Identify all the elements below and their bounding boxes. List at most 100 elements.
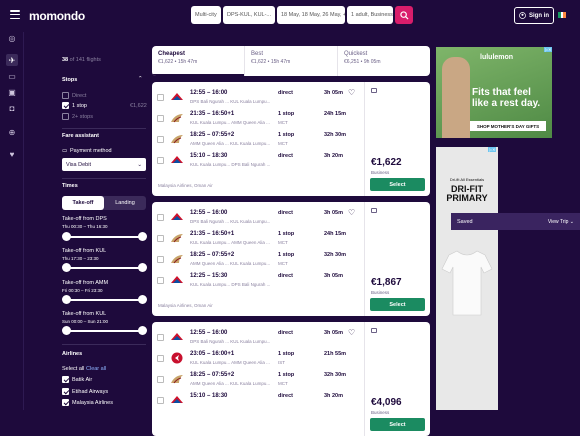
result-card[interactable]: 12:55 – 16:00 DPS Bali Ngurah ... KUL Ku… — [152, 82, 430, 196]
stops-title: Stops — [62, 77, 78, 83]
leg-stops: 1 stop — [278, 351, 295, 357]
flight-legs: 12:55 – 16:00 DPS Bali Ngurah ... KUL Ku… — [152, 202, 364, 316]
route-field[interactable]: DPS-KUL, KUL-... — [223, 6, 275, 24]
cars-icon[interactable]: ▣ — [6, 86, 18, 98]
time-slider[interactable] — [61, 232, 147, 241]
flight-leg: 12:25 – 15:30 KUL Kuala Lumpu... DPS Bal… — [152, 270, 364, 291]
leg-checkbox[interactable] — [157, 355, 164, 362]
flight-leg: 18:25 – 07:55+2 AMM Queen Alia ... KUL K… — [152, 369, 364, 390]
tab-best[interactable]: Best €1,622 • 15h 47m — [244, 46, 337, 76]
leg-checkbox[interactable] — [157, 157, 164, 164]
leg-checkbox[interactable] — [157, 115, 164, 122]
dates-field[interactable]: 18 May, 18 May, 26 May, +1 — [277, 6, 345, 24]
slider-handle[interactable] — [61, 295, 71, 304]
search-button[interactable] — [395, 6, 413, 24]
heart-icon[interactable]: ♡ — [348, 208, 355, 217]
leg-duration: 24h 15m — [324, 111, 347, 117]
time-slider[interactable] — [61, 295, 147, 304]
explore-icon[interactable]: ◎ — [6, 32, 18, 44]
stop-one-checkbox[interactable] — [62, 102, 69, 109]
leg-checkbox[interactable] — [157, 256, 164, 263]
airline-logo-icon — [170, 352, 184, 364]
leg-checkbox[interactable] — [157, 136, 164, 143]
logo[interactable]: momondo — [29, 9, 85, 23]
leg-time: 15:10 – 18:30 — [190, 153, 228, 159]
leg-checkbox[interactable] — [157, 277, 164, 284]
packages-icon[interactable]: ◘ — [6, 102, 18, 114]
airline-checkbox[interactable] — [62, 388, 69, 395]
leg-checkbox[interactable] — [157, 94, 164, 101]
menu-icon[interactable] — [10, 10, 20, 19]
flight-leg: 15:10 – 18:30 KUL Kuala Lumpu... DPS Bal… — [152, 150, 364, 171]
ad-info-icon[interactable]: ▷✕ — [488, 147, 497, 152]
leg-checkbox[interactable] — [157, 235, 164, 242]
select-all-link[interactable]: Select all — [62, 366, 84, 372]
leg-time: 21:35 – 16:50+1 — [190, 111, 235, 117]
airline-logo-icon — [170, 373, 184, 385]
slider-handle[interactable] — [137, 232, 147, 241]
slider-handle[interactable] — [61, 326, 71, 335]
slider-handle[interactable] — [137, 326, 147, 335]
slider-handle[interactable] — [61, 263, 71, 272]
leg-route: AMM Queen Alia ... KUL Kuala Lumpu... — [190, 141, 271, 146]
time-slider[interactable] — [61, 263, 147, 272]
payment-select[interactable]: Visa Debit ⌄ — [62, 158, 146, 171]
tab-takeoff[interactable]: Take-off — [62, 196, 104, 210]
flights-icon[interactable]: ✈ — [6, 54, 18, 66]
leg-checkbox[interactable] — [157, 376, 164, 383]
leg-checkbox[interactable] — [157, 397, 164, 404]
airline-logo-icon — [170, 211, 184, 223]
slider-handle[interactable] — [137, 263, 147, 272]
select-button[interactable]: Select — [370, 178, 425, 191]
leg-checkbox[interactable] — [157, 214, 164, 221]
leg-stops: 1 stop — [278, 372, 295, 378]
leg-duration: 32h 30m — [324, 132, 347, 138]
leg-stops: 1 stop — [278, 231, 295, 237]
view-trip-link[interactable]: View Trip ⌄ — [548, 219, 574, 225]
airline-label: Malaysia Airlines — [72, 400, 113, 406]
globe-icon[interactable]: ⊕ — [6, 126, 18, 138]
tab-landing[interactable]: Landing — [104, 196, 146, 210]
ad-info-icon[interactable]: ▷✕ — [544, 47, 553, 52]
lululemon-ad[interactable]: lululemon Fits that feel like a rest day… — [436, 47, 552, 138]
slider-handle[interactable] — [137, 295, 147, 304]
clear-all-link[interactable]: Clear all — [86, 366, 106, 372]
heart-icon[interactable]: ♡ — [348, 328, 355, 337]
airline-checkbox[interactable] — [62, 399, 69, 406]
slider-handle[interactable] — [61, 232, 71, 241]
stop-direct-checkbox[interactable] — [62, 92, 69, 99]
stop-two-checkbox[interactable] — [62, 113, 69, 120]
airline-checkbox[interactable] — [62, 376, 69, 383]
ad-cta-button[interactable]: SHOP MOTHER'S DAY GIFTS — [470, 121, 546, 131]
tab-cheapest[interactable]: Cheapest €1,622 • 15h 47m — [152, 46, 244, 76]
heart-icon[interactable]: ♥ — [6, 148, 18, 160]
tab-quickest[interactable]: Quickest €6,251 • 9h 05m — [337, 46, 430, 76]
select-button[interactable]: Select — [370, 418, 425, 431]
sign-in-button[interactable]: Sign in — [514, 7, 554, 24]
leg-duration: 32h 30m — [324, 372, 347, 378]
result-card[interactable]: 12:55 – 16:00 DPS Bali Ngurah ... KUL Ku… — [152, 202, 430, 316]
heart-icon[interactable]: ♡ — [348, 88, 355, 97]
select-button[interactable]: Select — [370, 298, 425, 311]
bag-icon — [371, 328, 377, 333]
flag-icon[interactable] — [558, 12, 567, 18]
result-card[interactable]: 12:55 – 16:00 DPS Bali Ngurah ... KUL Ku… — [152, 322, 430, 436]
flight-legs: 12:55 – 16:00 DPS Bali Ngurah ... KUL Ku… — [152, 322, 364, 436]
leg-checkbox[interactable] — [157, 334, 164, 341]
stays-icon[interactable]: ▭ — [6, 70, 18, 82]
saved-bar[interactable]: Saved View Trip ⌄ — [451, 213, 580, 230]
time-slider[interactable] — [61, 326, 147, 335]
stop-one-price: €1,622 — [130, 103, 147, 109]
leg-stops: direct — [278, 153, 293, 159]
leg-time: 15:10 – 18:30 — [190, 393, 228, 399]
chevron-down-icon: ⌄ — [137, 161, 142, 168]
ad-model-image — [442, 57, 470, 138]
search-icon — [399, 10, 409, 20]
nike-ad[interactable]: Dri-fit All Essentials DRI-FIT PRIMARY — [436, 147, 498, 410]
leg-stops: direct — [278, 90, 293, 96]
airline-logo-icon — [170, 91, 184, 103]
chevron-up-icon[interactable]: ⌃ — [138, 76, 143, 82]
travellers-field[interactable]: 1 adult, Business — [347, 6, 393, 24]
leg-duration: 3h 20m — [324, 153, 343, 159]
trip-type-select[interactable]: Multi-city — [191, 6, 221, 24]
